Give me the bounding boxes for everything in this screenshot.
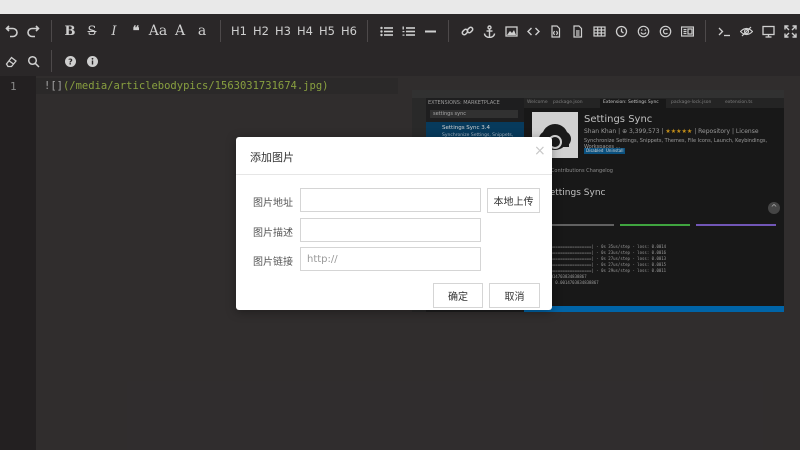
h3-button[interactable]: H3	[272, 19, 294, 43]
clear-icon[interactable]	[0, 49, 22, 73]
goto-line-icon[interactable]	[713, 19, 735, 43]
dialog-title: 添加图片	[250, 151, 294, 164]
h6-button[interactable]: H6	[338, 19, 360, 43]
preview-icon[interactable]	[757, 19, 779, 43]
image-icon[interactable]	[500, 19, 522, 43]
fullscreen-icon[interactable]	[779, 19, 800, 43]
image-url-input[interactable]	[300, 188, 481, 212]
ordered-list-icon[interactable]	[397, 19, 419, 43]
cancel-button[interactable]: 取消	[489, 283, 540, 308]
italic-button[interactable]: I	[103, 19, 125, 43]
window-top-strip	[0, 0, 800, 14]
uppercase-button[interactable]: Aa	[147, 19, 169, 43]
link-icon[interactable]	[456, 19, 478, 43]
datetime-icon[interactable]	[610, 19, 632, 43]
toolbar-separator	[448, 20, 449, 42]
toolbar-separator	[367, 20, 368, 42]
toolbar-separator	[51, 20, 52, 42]
toolbar-separator	[51, 50, 52, 72]
h2-button[interactable]: H2	[250, 19, 272, 43]
anchor-icon[interactable]	[478, 19, 500, 43]
editor-toolbar: B S I ❝ Aa Aa H1 H2 H3 H4 H5 H6 ?	[0, 14, 800, 76]
confirm-button[interactable]: 确定	[433, 283, 483, 308]
lowercase-button[interactable]: a	[191, 19, 213, 43]
strikethrough-button[interactable]: S	[81, 19, 103, 43]
undo-icon[interactable]	[0, 19, 22, 43]
image-link-label: 图片链接	[253, 257, 293, 268]
table-icon[interactable]	[588, 19, 610, 43]
help-icon[interactable]: ?	[59, 49, 81, 73]
horizontal-rule-icon[interactable]	[419, 19, 441, 43]
image-link-input[interactable]	[300, 247, 481, 271]
toolbar-separator	[705, 20, 706, 42]
dialog-divider	[236, 174, 552, 175]
watch-icon[interactable]	[735, 19, 757, 43]
quote-icon[interactable]: ❝	[125, 19, 147, 43]
search-icon[interactable]	[22, 49, 44, 73]
toolbar-row-2: ?	[0, 46, 103, 76]
svg-text:?: ?	[68, 57, 73, 66]
info-icon[interactable]	[81, 49, 103, 73]
local-upload-button[interactable]: 本地上传	[487, 188, 540, 213]
code-file-icon[interactable]	[566, 19, 588, 43]
code-block-icon[interactable]	[544, 19, 566, 43]
code-icon[interactable]	[522, 19, 544, 43]
image-desc-label: 图片描述	[253, 228, 293, 239]
toolbar-row-1: B S I ❝ Aa Aa H1 H2 H3 H4 H5 H6	[0, 16, 800, 46]
h5-button[interactable]: H5	[316, 19, 338, 43]
html-entities-icon[interactable]	[654, 19, 676, 43]
h4-button[interactable]: H4	[294, 19, 316, 43]
close-icon[interactable]: ×	[534, 143, 546, 159]
h1-button[interactable]: H1	[228, 19, 250, 43]
bold-button[interactable]: B	[59, 19, 81, 43]
add-image-dialog: 添加图片 × 图片地址 本地上传 图片描述 图片链接 确定 取消	[236, 137, 552, 310]
unordered-list-icon[interactable]	[375, 19, 397, 43]
image-url-label: 图片地址	[253, 198, 293, 209]
redo-icon[interactable]	[22, 19, 44, 43]
pagebreak-icon[interactable]	[676, 19, 698, 43]
font-size-up-button[interactable]: A	[169, 19, 191, 43]
image-desc-input[interactable]	[300, 218, 481, 242]
emoji-icon[interactable]	[632, 19, 654, 43]
toolbar-separator	[220, 20, 221, 42]
